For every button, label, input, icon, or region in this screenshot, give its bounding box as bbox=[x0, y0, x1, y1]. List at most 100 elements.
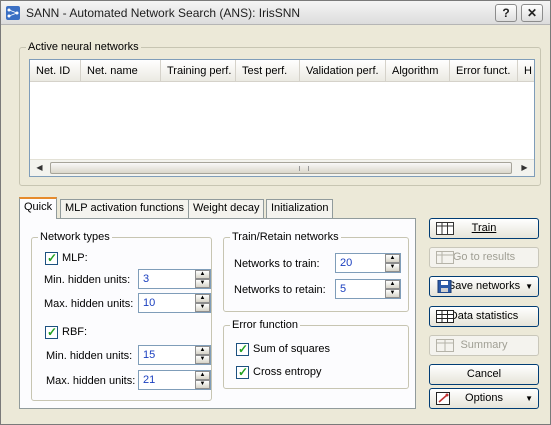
networks-to-retain-stepper[interactable]: 5 ▲ ▼ bbox=[335, 279, 401, 299]
tab-quick[interactable]: Quick bbox=[19, 197, 58, 219]
options-icon bbox=[436, 392, 450, 405]
go-to-results-button[interactable]: Go to results bbox=[429, 247, 539, 268]
tab-mlp-activation-functions[interactable]: MLP activation functions bbox=[60, 199, 190, 218]
cross-entropy-checkbox[interactable] bbox=[236, 365, 249, 379]
networks-to-train-stepper[interactable]: 20 ▲ ▼ bbox=[335, 253, 401, 273]
train-button[interactable]: Train bbox=[429, 218, 539, 239]
tab-weight-decay[interactable]: Weight decay bbox=[188, 199, 265, 218]
networks-to-train-value: 20 bbox=[340, 257, 353, 269]
mlp-max-hidden-stepper[interactable]: 10 ▲ ▼ bbox=[138, 293, 211, 313]
mlp-max-hidden-value: 10 bbox=[143, 297, 156, 309]
window-title: SANN - Automated Network Search (ANS): I… bbox=[26, 6, 301, 20]
save-networks-button[interactable]: Save networks ▼ bbox=[429, 276, 539, 297]
rbf-max-hidden-value: 21 bbox=[143, 374, 156, 386]
save-networks-label: Save networks bbox=[447, 280, 521, 292]
spin-up-icon[interactable]: ▲ bbox=[195, 346, 210, 355]
close-icon: ✕ bbox=[526, 6, 538, 20]
spin-down-icon[interactable]: ▼ bbox=[195, 303, 210, 312]
active-networks-label: Active neural networks bbox=[26, 41, 141, 53]
spin-down-icon[interactable]: ▼ bbox=[195, 380, 210, 389]
scrollbar-grip-icon bbox=[299, 166, 309, 171]
rbf-min-hidden-label: Min. hidden units: bbox=[46, 350, 133, 362]
ans-dialog: SANN - Automated Network Search (ANS): I… bbox=[0, 0, 551, 425]
save-disk-icon bbox=[437, 280, 452, 293]
column-hidden[interactable]: H bbox=[518, 60, 534, 82]
data-statistics-button[interactable]: Data statistics bbox=[429, 306, 539, 327]
spin-down-icon[interactable]: ▼ bbox=[385, 289, 400, 298]
networks-list-header: Net. ID Net. name Training perf. Test pe… bbox=[30, 60, 534, 82]
spin-up-icon[interactable]: ▲ bbox=[195, 294, 210, 303]
rbf-max-hidden-stepper[interactable]: 21 ▲ ▼ bbox=[138, 370, 211, 390]
quick-tab-panel: Network types MLP: Min. hidden units: 3 … bbox=[19, 218, 416, 409]
help-button[interactable]: ? bbox=[495, 4, 517, 22]
scroll-right-arrow-icon[interactable]: ▶ bbox=[517, 161, 532, 175]
mlp-min-hidden-label: Min. hidden units: bbox=[44, 274, 131, 286]
mlp-min-hidden-spinner: ▲ ▼ bbox=[195, 270, 210, 288]
error-function-group: Error function Sum of squares Cross entr… bbox=[223, 319, 409, 389]
rbf-label: RBF: bbox=[62, 326, 88, 338]
column-error-funct[interactable]: Error funct. bbox=[450, 60, 518, 82]
spin-down-icon[interactable]: ▼ bbox=[385, 263, 400, 272]
train-label: Train bbox=[471, 222, 497, 234]
cross-entropy-label: Cross entropy bbox=[253, 366, 322, 378]
mlp-max-hidden-label: Max. hidden units: bbox=[44, 298, 134, 310]
go-to-results-label: Go to results bbox=[452, 251, 516, 263]
cancel-label: Cancel bbox=[466, 368, 502, 380]
column-algorithm[interactable]: Algorithm bbox=[386, 60, 450, 82]
networks-list[interactable]: Net. ID Net. name Training perf. Test pe… bbox=[29, 59, 535, 177]
network-types-group: Network types MLP: Min. hidden units: 3 … bbox=[31, 231, 212, 401]
title-bar[interactable]: SANN - Automated Network Search (ANS): I… bbox=[1, 1, 550, 25]
spin-down-icon[interactable]: ▼ bbox=[195, 279, 210, 288]
train-retain-group: Train/Retain networks Networks to train:… bbox=[223, 231, 409, 312]
chevron-down-icon: ▼ bbox=[525, 394, 533, 403]
rbf-min-hidden-stepper[interactable]: 15 ▲ ▼ bbox=[138, 345, 211, 365]
summary-label: Summary bbox=[460, 339, 508, 351]
error-function-label: Error function bbox=[230, 319, 301, 331]
column-training-perf[interactable]: Training perf. bbox=[161, 60, 236, 82]
close-button[interactable]: ✕ bbox=[521, 4, 543, 22]
column-test-perf[interactable]: Test perf. bbox=[236, 60, 300, 82]
sum-of-squares-checkbox[interactable] bbox=[236, 342, 249, 356]
horizontal-scrollbar[interactable]: ◀ ▶ bbox=[30, 159, 534, 176]
spin-up-icon[interactable]: ▲ bbox=[195, 371, 210, 380]
mlp-label: MLP: bbox=[62, 252, 88, 264]
summary-icon bbox=[436, 339, 454, 352]
spin-up-icon[interactable]: ▲ bbox=[385, 254, 400, 263]
data-grid-icon bbox=[436, 310, 454, 323]
cancel-button[interactable]: Cancel bbox=[429, 364, 539, 385]
spin-down-icon[interactable]: ▼ bbox=[195, 355, 210, 364]
chevron-down-icon: ▼ bbox=[525, 282, 533, 291]
networks-to-retain-label: Networks to retain: bbox=[234, 284, 326, 296]
network-app-icon bbox=[6, 6, 20, 20]
tab-initialization[interactable]: Initialization bbox=[266, 199, 334, 218]
scrollbar-thumb[interactable] bbox=[50, 162, 512, 174]
data-statistics-label: Data statistics bbox=[449, 310, 519, 322]
help-icon: ? bbox=[502, 6, 510, 20]
rbf-min-hidden-value: 15 bbox=[143, 349, 156, 361]
rbf-max-hidden-spinner: ▲ ▼ bbox=[195, 371, 210, 389]
networks-to-train-spinner: ▲ ▼ bbox=[385, 254, 400, 272]
networks-to-train-label: Networks to train: bbox=[234, 258, 320, 270]
networks-to-retain-value: 5 bbox=[340, 283, 347, 295]
rbf-min-hidden-spinner: ▲ ▼ bbox=[195, 346, 210, 364]
rbf-max-hidden-label: Max. hidden units: bbox=[46, 375, 136, 387]
train-icon bbox=[436, 222, 454, 235]
sum-of-squares-label: Sum of squares bbox=[253, 343, 331, 355]
results-icon bbox=[436, 251, 454, 264]
spin-up-icon[interactable]: ▲ bbox=[385, 280, 400, 289]
mlp-min-hidden-value: 3 bbox=[143, 273, 150, 285]
column-net-name[interactable]: Net. name bbox=[81, 60, 161, 82]
rbf-checkbox[interactable] bbox=[45, 325, 58, 339]
options-label: Options bbox=[465, 392, 503, 404]
column-net-id[interactable]: Net. ID bbox=[30, 60, 81, 82]
mlp-max-hidden-spinner: ▲ ▼ bbox=[195, 294, 210, 312]
network-types-label: Network types bbox=[38, 231, 112, 243]
scroll-left-arrow-icon[interactable]: ◀ bbox=[32, 161, 47, 175]
column-validation-perf[interactable]: Validation perf. bbox=[300, 60, 386, 82]
summary-button[interactable]: Summary bbox=[429, 335, 539, 356]
networks-to-retain-spinner: ▲ ▼ bbox=[385, 280, 400, 298]
mlp-min-hidden-stepper[interactable]: 3 ▲ ▼ bbox=[138, 269, 211, 289]
mlp-checkbox[interactable] bbox=[45, 251, 58, 265]
spin-up-icon[interactable]: ▲ bbox=[195, 270, 210, 279]
options-button[interactable]: Options ▼ bbox=[429, 388, 539, 409]
